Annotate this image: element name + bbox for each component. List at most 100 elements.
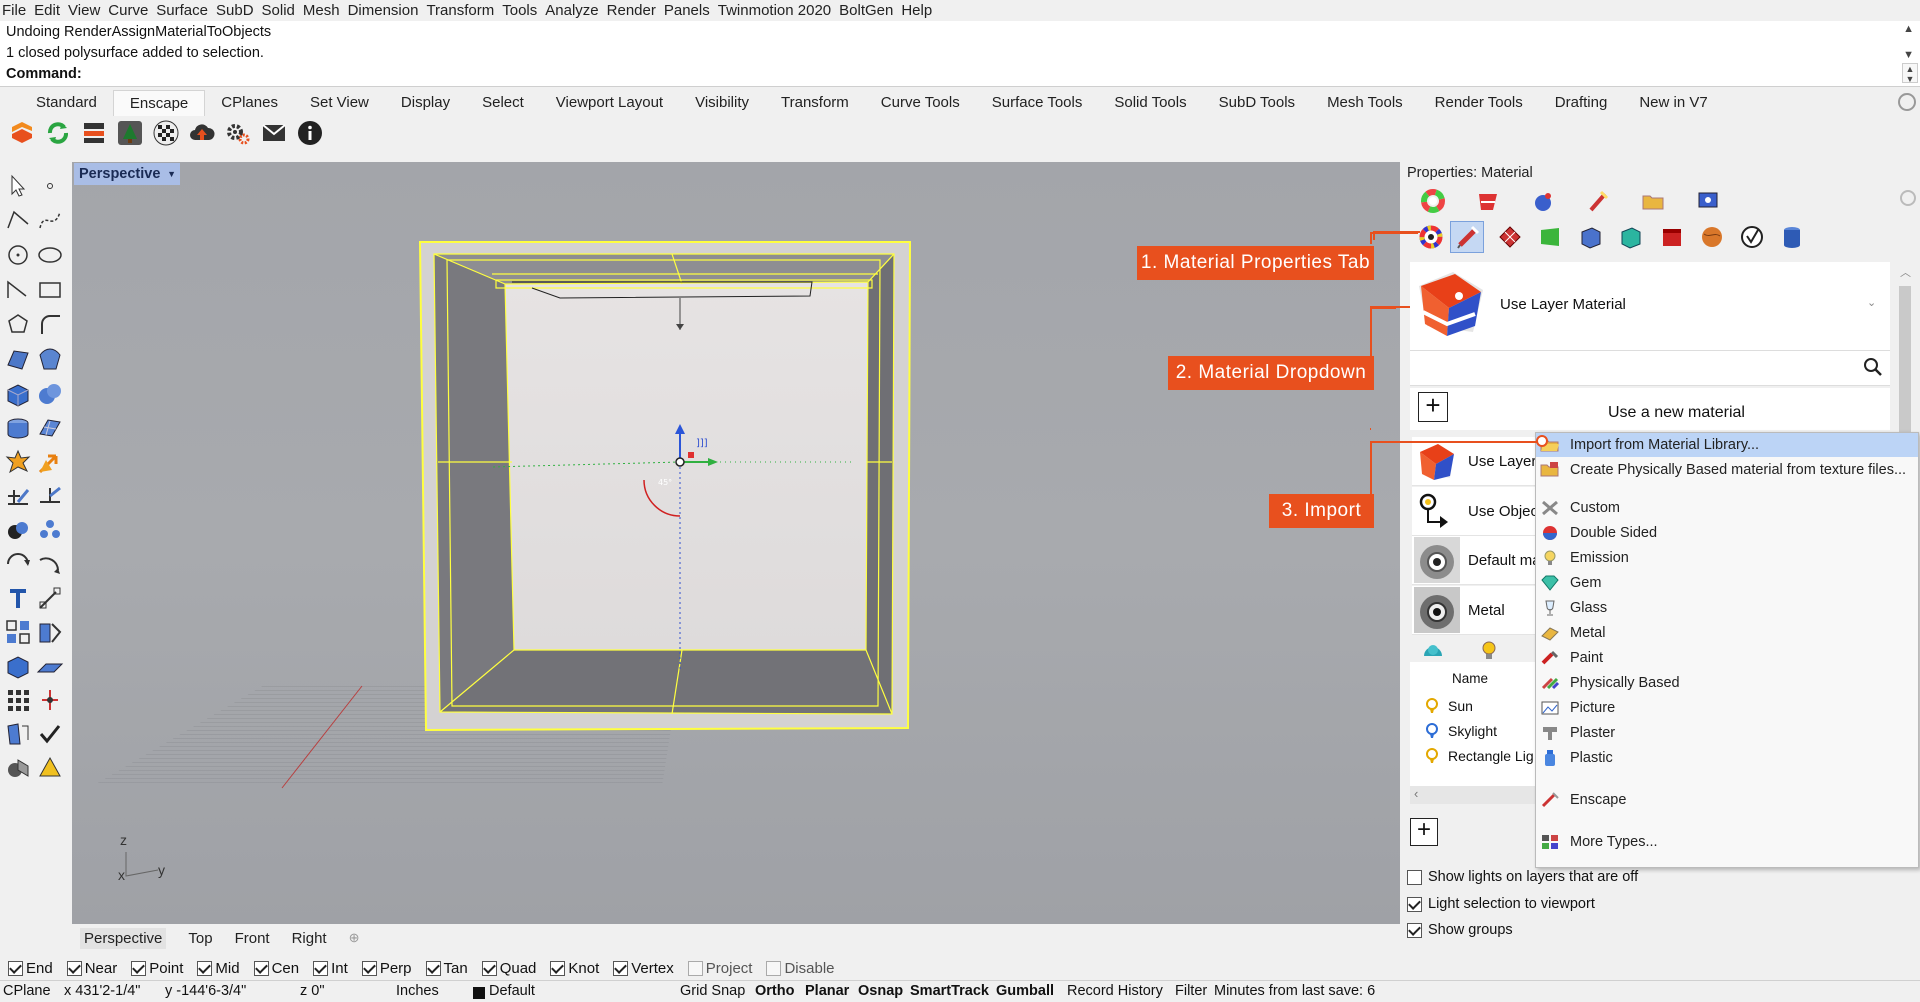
sphere-icon[interactable]	[36, 380, 64, 408]
show-lights-option[interactable]: Show lights on layers that are off	[1407, 869, 1638, 885]
osnap-cen[interactable]: Cen	[253, 960, 299, 977]
new-material-label[interactable]: Use a new material	[1608, 404, 1745, 422]
menu-mesh[interactable]: Mesh	[303, 2, 340, 19]
view-tab-perspective[interactable]: Perspective	[80, 927, 167, 949]
osnap-end[interactable]: End	[8, 960, 53, 977]
osnap-project[interactable]: Project	[687, 960, 752, 977]
block-icon[interactable]	[36, 618, 64, 646]
enscape-logo-icon[interactable]	[6, 118, 37, 148]
info-icon[interactable]	[294, 118, 325, 148]
explode-icon[interactable]	[4, 448, 32, 476]
sync-icon[interactable]	[42, 118, 73, 148]
gumball-icon[interactable]	[36, 686, 64, 714]
loft-icon[interactable]	[36, 345, 64, 373]
tab-cplanes[interactable]: CPlanes	[205, 90, 294, 116]
trim-icon[interactable]	[36, 482, 64, 510]
material-type-gem[interactable]: Gem	[1536, 571, 1918, 595]
point-icon[interactable]	[36, 172, 64, 200]
osnap-knot[interactable]: Knot	[550, 960, 599, 977]
panel-gear-icon[interactable]	[1900, 190, 1916, 206]
tab-surface-tools[interactable]: Surface Tools	[976, 90, 1099, 116]
light-selection-option[interactable]: Light selection to viewport	[1407, 896, 1595, 912]
edge-softening-icon[interactable]	[1659, 224, 1685, 250]
gear-icon[interactable]	[1898, 93, 1916, 111]
light-item-skylight[interactable]: Skylight	[1424, 722, 1497, 740]
material-type-metal[interactable]: Metal	[1536, 621, 1918, 645]
tab-transform[interactable]: Transform	[765, 90, 865, 116]
text-icon[interactable]	[4, 584, 32, 612]
scale-icon[interactable]	[36, 550, 64, 578]
status-record-history[interactable]: Record History	[1067, 983, 1163, 999]
feedback-mail-icon[interactable]	[258, 118, 289, 148]
osnap-int[interactable]: Int	[313, 960, 348, 977]
status-planar[interactable]: Planar	[805, 983, 849, 999]
tab-select[interactable]: Select	[466, 90, 540, 116]
tab-drafting[interactable]: Drafting	[1539, 90, 1624, 116]
polygon-icon[interactable]	[4, 310, 32, 338]
checkbox[interactable]	[8, 960, 23, 976]
checkbox[interactable]	[361, 960, 377, 976]
menu-solid[interactable]: Solid	[262, 2, 295, 19]
status-layer[interactable]: Default	[489, 983, 535, 999]
paint-brush-icon[interactable]	[1585, 188, 1611, 214]
scroll-down-icon[interactable]: ▼	[1903, 49, 1914, 61]
checkbox[interactable]	[1407, 869, 1422, 885]
chevron-down-icon[interactable]: ▼	[167, 169, 176, 179]
menu-tools[interactable]: Tools	[502, 2, 537, 19]
light-bulb-icon[interactable]	[1475, 638, 1501, 664]
material-type-emission[interactable]: Emission	[1536, 546, 1918, 570]
osnap-mid[interactable]: Mid	[197, 960, 240, 977]
status-filter[interactable]: Filter	[1175, 983, 1207, 999]
tab-standard[interactable]: Standard	[20, 90, 113, 116]
show-groups-option[interactable]: Show groups	[1407, 922, 1513, 938]
osnap-disable[interactable]: Disable	[766, 960, 835, 977]
view-tab-top[interactable]: Top	[188, 928, 212, 949]
plane-icon[interactable]	[36, 652, 64, 680]
check-icon[interactable]	[36, 720, 64, 748]
menu-render[interactable]: Render	[607, 2, 656, 19]
tab-solid-tools[interactable]: Solid Tools	[1098, 90, 1202, 116]
rotate-icon[interactable]	[4, 550, 32, 578]
material-type-paint[interactable]: Paint	[1536, 646, 1918, 670]
displacement-icon[interactable]	[1618, 224, 1644, 250]
folder-icon[interactable]	[1640, 188, 1666, 214]
osnap-quad[interactable]: Quad	[481, 960, 536, 977]
lights-header-name[interactable]: Name	[1452, 671, 1488, 686]
group-icon[interactable]	[4, 618, 32, 646]
create-pbr-from-textures-item[interactable]: Create Physically Based material from te…	[1536, 458, 1918, 482]
material-type-custom[interactable]: Custom	[1536, 496, 1918, 520]
checkbox[interactable]	[481, 960, 497, 976]
menu-subd[interactable]: SubD	[216, 2, 254, 19]
tab-display[interactable]: Display	[385, 90, 466, 116]
arc-icon[interactable]	[4, 276, 32, 304]
status-grid-snap[interactable]: Grid Snap	[680, 983, 745, 999]
settings-icon[interactable]	[222, 118, 253, 148]
osnap-near[interactable]: Near	[66, 960, 117, 977]
checkbox[interactable]	[613, 960, 629, 976]
menu-file[interactable]: File	[2, 2, 26, 19]
rectangle-icon[interactable]	[36, 276, 64, 304]
render-icon[interactable]	[4, 754, 32, 782]
menu-view[interactable]: View	[68, 2, 100, 19]
menu-surface[interactable]: Surface	[156, 2, 208, 19]
status-osnap[interactable]: Osnap	[858, 983, 903, 999]
move-icon[interactable]	[36, 448, 64, 476]
light-item-sun[interactable]: Sun	[1424, 697, 1473, 715]
menu-transform[interactable]: Transform	[426, 2, 494, 19]
checkbox[interactable]	[313, 960, 329, 976]
status-units[interactable]: Inches	[396, 983, 439, 999]
material-type-plaster[interactable]: Plaster	[1536, 721, 1918, 745]
checkbox[interactable]	[687, 960, 703, 976]
more-types-item[interactable]: More Types...	[1536, 830, 1918, 854]
checkbox[interactable]	[66, 960, 82, 976]
material-type-plastic[interactable]: Plastic	[1536, 746, 1918, 770]
menu-dimension[interactable]: Dimension	[348, 2, 419, 19]
light-item-rectangle[interactable]: Rectangle Lig	[1424, 747, 1534, 765]
fillet-icon[interactable]	[36, 310, 64, 338]
dimension-icon[interactable]	[4, 482, 32, 510]
lights-hscrollbar[interactable]	[1410, 786, 1536, 804]
chevron-down-icon[interactable]: ⌄	[1867, 296, 1876, 309]
checkbox[interactable]	[425, 960, 441, 976]
view-tab-front[interactable]: Front	[235, 928, 270, 949]
curve-piping-icon[interactable]	[1779, 224, 1805, 250]
